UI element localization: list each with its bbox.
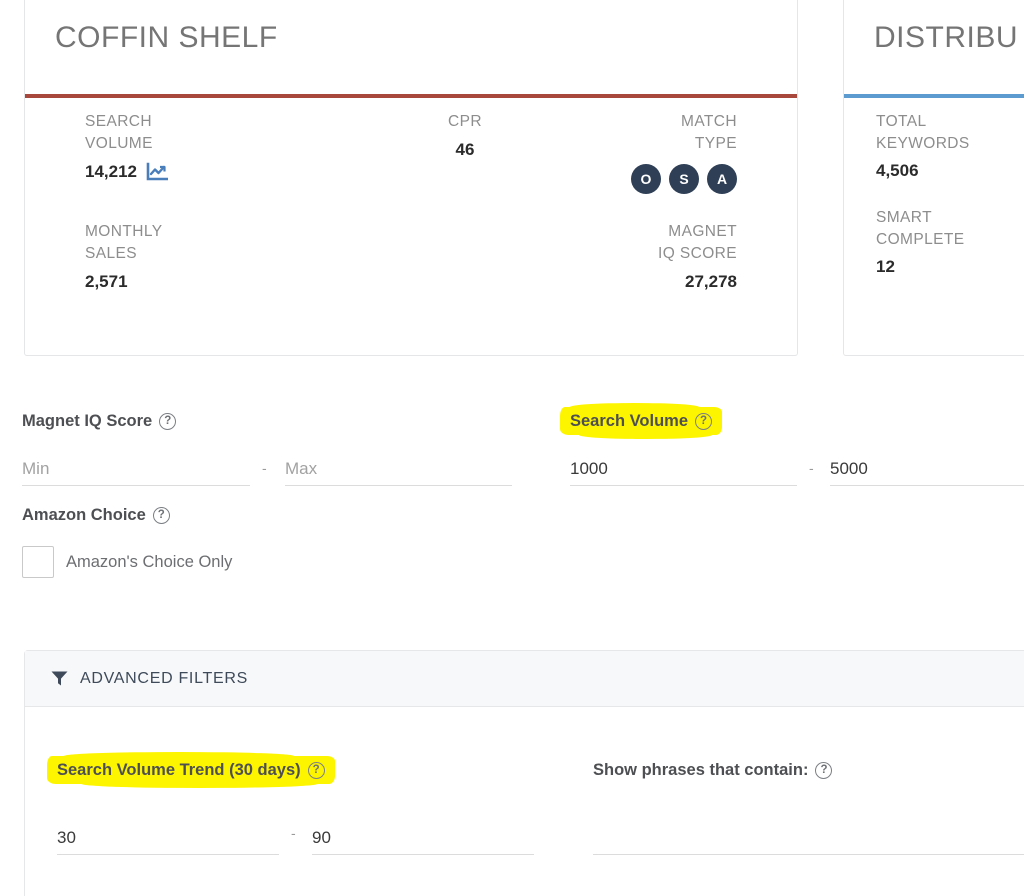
search-volume-trend-max-input[interactable]: 90 <box>312 828 534 855</box>
magnet-iq-score-label-text: Magnet IQ Score <box>22 412 152 431</box>
amazon-choice-checkbox-label: Amazon's Choice Only <box>66 553 232 572</box>
metric-value-total-keywords: 4,506 <box>876 161 1024 181</box>
advanced-filters-body: Search Volume Trend (30 days) ? Show phr… <box>25 707 1024 863</box>
search-volume-range-separator: - <box>809 460 814 476</box>
card-title-coffin-shelf: COFFIN SHELF <box>25 0 797 55</box>
filter-label-search-volume-trend: Search Volume Trend (30 days) ? <box>57 761 325 780</box>
metric-label-total-keywords: TOTAL KEYWORDS <box>876 111 1024 155</box>
search-volume-max-input[interactable]: 5000 <box>830 459 1024 486</box>
filters-section: Magnet IQ Score ? Search Volume ? Min - … <box>0 412 1024 506</box>
show-phrases-contain-label-text: Show phrases that contain: <box>593 761 808 780</box>
metric-value-search-volume: 14,212 <box>85 162 168 182</box>
metrics-row-bottom: MONTHLY SALES 2,571 MAGNET IQ SCORE 27,2… <box>55 221 767 321</box>
filter-label-search-volume: Search Volume ? <box>570 412 712 431</box>
metric-magnet-iq-score: MAGNET IQ SCORE 27,278 <box>517 221 737 292</box>
metric-label-magnet-iq-score: MAGNET IQ SCORE <box>517 221 737 265</box>
filter-label-magnet-iq-score: Magnet IQ Score ? <box>22 412 176 431</box>
metric-total-keywords: TOTAL KEYWORDS 4,506 <box>876 111 1024 181</box>
advanced-filters-header-text: ADVANCED FILTERS <box>80 670 248 688</box>
match-type-badge-amazon[interactable]: A <box>707 164 737 194</box>
right-card-metrics: TOTAL KEYWORDS 4,506 SMART COMPLETE 12 <box>844 111 1024 303</box>
help-icon-amazon-choice[interactable]: ? <box>153 507 170 524</box>
distribution-card: DISTRIBU TOTAL KEYWORDS 4,506 SMART COMP… <box>843 0 1024 356</box>
trend-chart-icon[interactable] <box>146 162 168 182</box>
metric-label-search-volume: SEARCH VOLUME <box>85 111 168 155</box>
funnel-icon <box>51 670 68 687</box>
search-volume-number: 14,212 <box>85 162 137 182</box>
filter-inputs-row-1: Min - Max 1000 - 5000 <box>0 446 1024 494</box>
search-volume-trend-range-separator: - <box>291 825 296 841</box>
card-accent-rule-red <box>25 94 797 98</box>
show-phrases-contain-input[interactable] <box>593 848 1024 855</box>
card-title-distribution: DISTRIBU <box>844 0 1024 55</box>
help-icon-search-volume-trend[interactable]: ? <box>308 762 325 779</box>
filter-label-show-phrases-contain: Show phrases that contain: ? <box>593 761 832 780</box>
amazon-choice-only-row[interactable]: Amazon's Choice Only <box>22 546 232 578</box>
highlight-search-volume-trend: Search Volume Trend (30 days) ? <box>57 761 325 780</box>
metric-match-type: MATCH TYPE O S A <box>517 111 737 194</box>
highlight-search-volume: Search Volume ? <box>570 412 712 431</box>
magnet-iq-min-input[interactable]: Min <box>22 459 250 486</box>
keyword-summary-card: COFFIN SHELF SEARCH VOLUME 14,212 <box>24 0 798 356</box>
match-type-badges: O S A <box>517 164 737 194</box>
help-icon-search-volume[interactable]: ? <box>695 413 712 430</box>
amazon-choice-label-text: Amazon Choice <box>22 506 146 525</box>
magnet-iq-range-separator: - <box>262 460 267 476</box>
metric-search-volume: SEARCH VOLUME 14,212 <box>85 111 168 182</box>
metric-value-smart-complete: 12 <box>876 257 1024 277</box>
search-volume-label-text: Search Volume <box>570 412 688 431</box>
metrics-row-top: SEARCH VOLUME 14,212 CPR <box>55 111 767 211</box>
metric-label-match-type: MATCH TYPE <box>517 111 737 155</box>
search-volume-trend-min-input[interactable]: 30 <box>57 828 279 855</box>
help-icon-show-phrases-contain[interactable]: ? <box>815 762 832 779</box>
match-type-badge-sponsored[interactable]: S <box>669 164 699 194</box>
advanced-filter-inputs-row: 30 - 90 <box>25 793 1024 863</box>
filter-label-amazon-choice: Amazon Choice ? <box>22 506 170 525</box>
search-volume-trend-label-text: Search Volume Trend (30 days) <box>57 761 301 780</box>
amazon-choice-checkbox[interactable] <box>22 546 54 578</box>
metric-smart-complete: SMART COMPLETE 12 <box>876 207 1024 277</box>
metric-label-smart-complete: SMART COMPLETE <box>876 207 1024 251</box>
match-type-badge-organic[interactable]: O <box>631 164 661 194</box>
metric-label-monthly-sales: MONTHLY SALES <box>85 221 162 265</box>
advanced-filters-panel: ADVANCED FILTERS Search Volume Trend (30… <box>24 650 1024 896</box>
left-card-metrics: SEARCH VOLUME 14,212 CPR <box>25 111 797 321</box>
page-root: COFFIN SHELF SEARCH VOLUME 14,212 <box>0 0 1024 896</box>
search-volume-min-input[interactable]: 1000 <box>570 459 797 486</box>
help-icon-magnet-iq-score[interactable]: ? <box>159 413 176 430</box>
metric-value-magnet-iq-score: 27,278 <box>517 272 737 292</box>
metric-value-monthly-sales: 2,571 <box>85 272 162 292</box>
card-accent-rule-blue <box>844 94 1024 98</box>
magnet-iq-max-input[interactable]: Max <box>285 459 512 486</box>
metric-monthly-sales: MONTHLY SALES 2,571 <box>85 221 162 292</box>
advanced-filters-header[interactable]: ADVANCED FILTERS <box>25 651 1024 707</box>
